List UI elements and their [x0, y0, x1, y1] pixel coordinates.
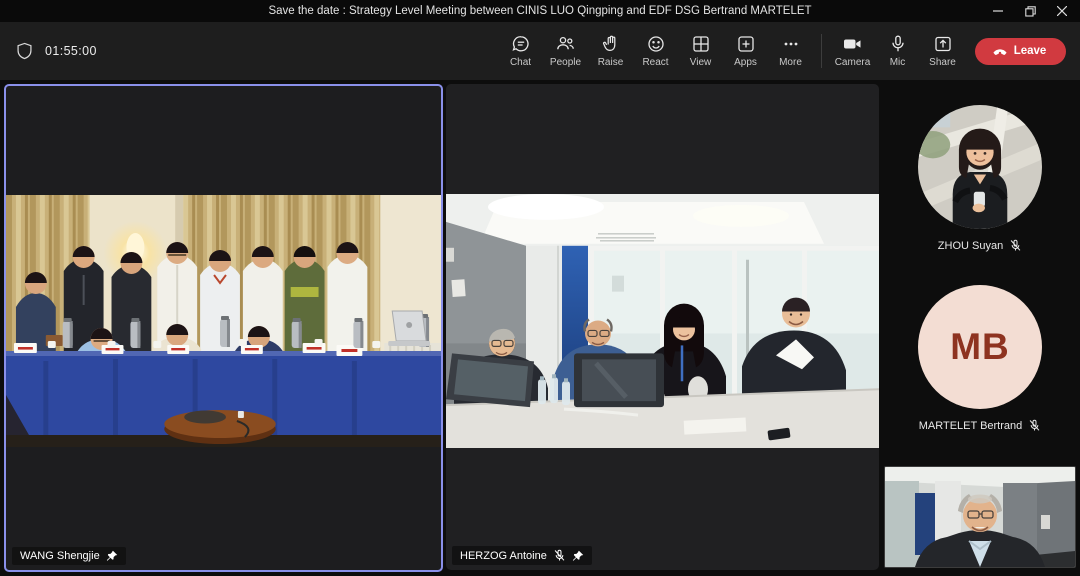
- avatar-zhou-suyan: [918, 105, 1042, 229]
- close-button[interactable]: [1046, 0, 1078, 22]
- participant-name: ZHOU Suyan: [938, 240, 1003, 252]
- participant-label-zhou: ZHOU Suyan: [938, 239, 1022, 252]
- participant-name: MARTELET Bertrand: [919, 420, 1023, 432]
- chat-button[interactable]: Chat: [498, 27, 543, 75]
- restore-button[interactable]: [1014, 0, 1046, 22]
- grid-icon: [691, 34, 711, 54]
- view-label: View: [690, 57, 712, 68]
- smiley-icon: [646, 34, 666, 54]
- more-label: More: [779, 57, 802, 68]
- participant-tile-zhou-suyan[interactable]: ZHOU Suyan: [880, 105, 1080, 252]
- video-tile-wang-shengjie[interactable]: WANG Shengjie: [4, 84, 443, 572]
- self-view-tile[interactable]: [884, 466, 1076, 568]
- participant-label-martelet: MARTELET Bertrand: [919, 419, 1042, 432]
- meeting-info: 01:55:00: [0, 42, 97, 61]
- mic-off-icon: [1028, 419, 1041, 432]
- minimize-button[interactable]: [982, 0, 1014, 22]
- leave-button[interactable]: Leave: [975, 38, 1066, 65]
- self-view-video: [885, 467, 1075, 567]
- chat-bubble-icon: [511, 34, 531, 54]
- participant-name: WANG Shengjie: [20, 550, 100, 562]
- pin-icon: [572, 550, 584, 562]
- react-label: React: [642, 57, 668, 68]
- avatar-photo: [918, 105, 1042, 229]
- raised-hand-icon: [601, 34, 621, 54]
- share-label: Share: [929, 57, 956, 68]
- share-button[interactable]: Share: [920, 27, 965, 75]
- participant-tile-martelet-bertrand[interactable]: MB MARTELET Bertrand: [880, 285, 1080, 432]
- mic-off-icon: [553, 549, 566, 562]
- toolbar-devices: Camera Mic Share: [830, 27, 965, 75]
- teams-meeting-window: Save the date : Strategy Level Meeting b…: [0, 0, 1080, 576]
- camera-label: Camera: [835, 57, 871, 68]
- raise-label: Raise: [598, 57, 624, 68]
- share-up-arrow-icon: [933, 34, 953, 54]
- raise-hand-button[interactable]: Raise: [588, 27, 633, 75]
- window-controls: [982, 0, 1078, 22]
- people-icon: [555, 34, 576, 54]
- mic-off-icon: [1009, 239, 1022, 252]
- leave-label: Leave: [1014, 45, 1047, 57]
- plus-square-icon: [736, 34, 756, 54]
- avatar-initials-mb: MB: [918, 285, 1042, 409]
- meeting-toolbar: 01:55:00 Chat: [0, 22, 1080, 80]
- people-label: People: [550, 57, 581, 68]
- shield-icon: [16, 42, 33, 61]
- titlebar: Save the date : Strategy Level Meeting b…: [0, 0, 1080, 22]
- toolbar-divider: [821, 34, 822, 68]
- react-button[interactable]: React: [633, 27, 678, 75]
- participant-label-herzog: HERZOG Antoine: [452, 546, 592, 565]
- microphone-icon: [888, 34, 908, 54]
- apps-label: Apps: [734, 57, 757, 68]
- video-feed-wang-shengjie: [6, 195, 441, 447]
- meeting-room-photo-edf: [446, 194, 879, 448]
- chat-label: Chat: [510, 57, 531, 68]
- apps-button[interactable]: Apps: [723, 27, 768, 75]
- view-button[interactable]: View: [678, 27, 723, 75]
- toolbar-actions: Chat People Raise: [498, 27, 813, 75]
- meeting-title: Save the date : Strategy Level Meeting b…: [0, 0, 1080, 22]
- video-feed-herzog-antoine: [446, 194, 879, 448]
- participant-name: HERZOG Antoine: [460, 550, 547, 562]
- people-button[interactable]: People: [543, 27, 588, 75]
- meeting-room-photo-cn: [6, 195, 441, 447]
- pin-icon: [106, 550, 118, 562]
- ellipsis-icon: [781, 34, 801, 54]
- participant-label-wang: WANG Shengjie: [12, 547, 126, 565]
- hang-up-icon: [992, 43, 1008, 59]
- mic-label: Mic: [890, 57, 906, 68]
- video-tile-herzog-antoine[interactable]: HERZOG Antoine: [446, 84, 879, 570]
- camera-button[interactable]: Camera: [830, 27, 875, 75]
- meeting-stage: WANG Shengjie: [0, 80, 1080, 576]
- mic-button[interactable]: Mic: [875, 27, 920, 75]
- meeting-timer: 01:55:00: [45, 44, 97, 58]
- camera-icon: [842, 34, 863, 54]
- more-button[interactable]: More: [768, 27, 813, 75]
